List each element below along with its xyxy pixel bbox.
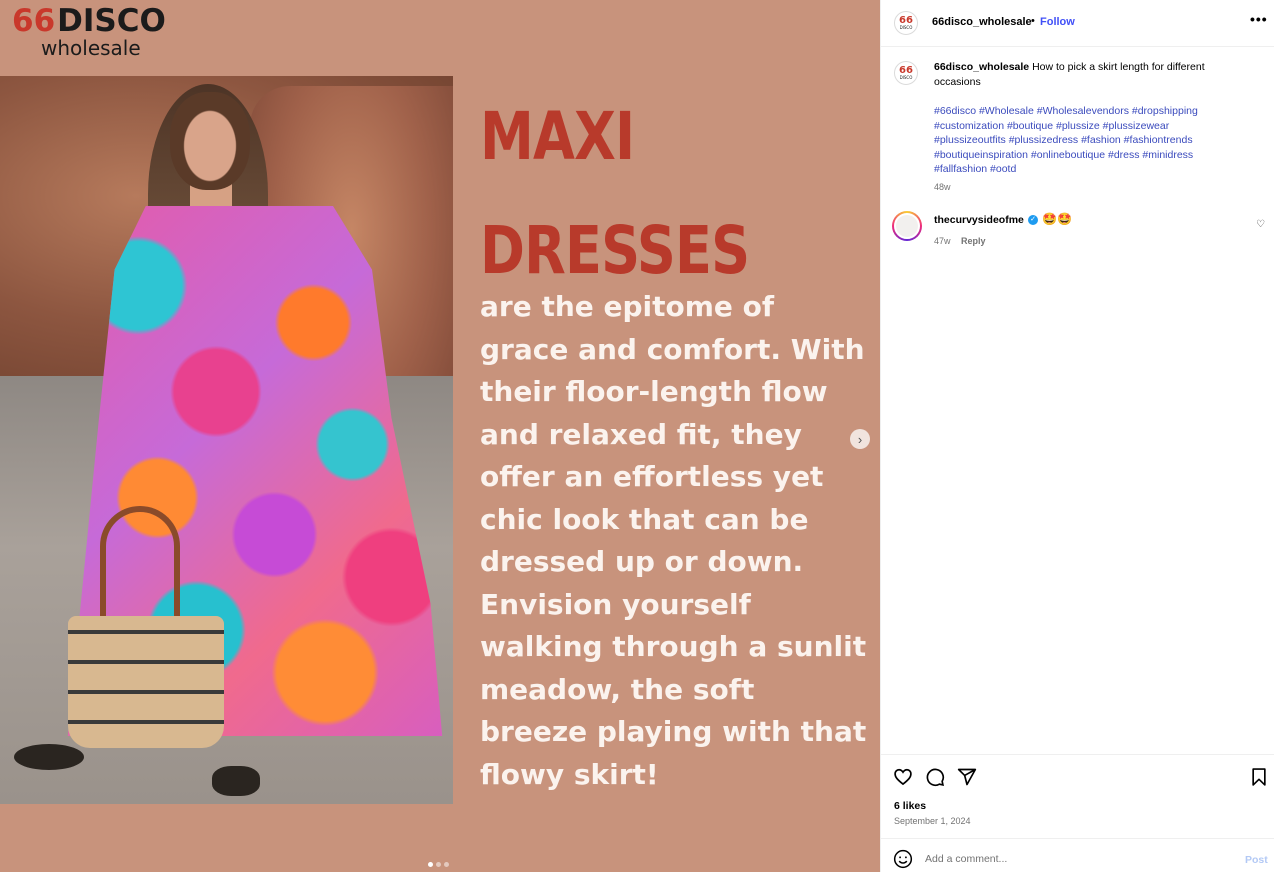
woven-bag xyxy=(68,616,224,748)
share-icon[interactable] xyxy=(957,767,977,787)
post-sidebar: 66 DISCO 66disco_wholesale • Follow ••• … xyxy=(880,0,1274,872)
comment-avatar[interactable] xyxy=(892,211,922,241)
caption-timestamp[interactable]: 48w xyxy=(934,182,951,192)
brand-logo-number: 66 xyxy=(12,3,56,39)
more-horizontal-icon[interactable]: ••• xyxy=(1250,12,1268,26)
carousel-indicator xyxy=(428,862,449,867)
header-username[interactable]: 66disco_wholesale xyxy=(932,16,1032,28)
post-comment-button[interactable]: Post xyxy=(1245,854,1268,866)
caption-hashtags[interactable]: #66disco #Wholesale #Wholesalevendors #d… xyxy=(934,104,1234,177)
emoji-icon[interactable] xyxy=(893,849,913,869)
sandal-right xyxy=(212,766,260,796)
caption-avatar[interactable]: 66 DISCO xyxy=(894,61,918,85)
brand-logo-word: DISCO xyxy=(57,3,166,39)
post-header: 66 DISCO 66disco_wholesale • Follow ••• xyxy=(881,0,1274,47)
carousel-dot xyxy=(444,862,449,867)
reply-button[interactable]: Reply xyxy=(961,236,986,246)
comment-username[interactable]: thecurvysideofme xyxy=(934,214,1024,226)
add-comment-bar: Post xyxy=(881,838,1274,872)
comment-item: thecurvysideofme ✓ 🤩🤩 47w Reply ♡ xyxy=(881,208,1274,258)
carousel-dot xyxy=(436,862,441,867)
verified-badge-icon: ✓ xyxy=(1028,215,1038,225)
likes-count[interactable]: 6 likes xyxy=(894,800,926,812)
heart-outline-icon[interactable]: ♡ xyxy=(1256,219,1265,230)
body-copy: are the epitome of grace and comfort. Wi… xyxy=(480,290,867,791)
brand-logo-subtitle: wholesale xyxy=(41,36,141,60)
caption-text: 66disco_wholesale How to pick a skirt le… xyxy=(934,60,1234,89)
caption-username[interactable]: 66disco_wholesale xyxy=(934,61,1029,73)
avatar-logo-number: 66 xyxy=(899,65,913,76)
comment-input[interactable] xyxy=(925,847,1225,871)
headline-line-1: MAXI xyxy=(480,98,635,175)
follow-button[interactable]: Follow xyxy=(1040,16,1075,28)
headline: MAXI DRESSES xyxy=(480,80,750,308)
chevron-right-icon: › xyxy=(857,431,863,447)
comment-timestamp[interactable]: 47w xyxy=(934,236,951,246)
comment-icon[interactable] xyxy=(925,767,945,787)
avatar[interactable]: 66 DISCO xyxy=(894,11,918,35)
bookmark-icon[interactable] xyxy=(1249,767,1269,787)
heart-icon[interactable] xyxy=(893,767,913,787)
carousel-next-button[interactable]: › xyxy=(850,429,870,449)
avatar-logo-number: 66 xyxy=(899,15,913,26)
avatar-logo-word: DISCO xyxy=(899,25,913,30)
header-separator: • xyxy=(1031,15,1035,27)
post-date[interactable]: September 1, 2024 xyxy=(894,816,971,826)
post-media: 66 DISCO wholesale MAXI DRESSES are the … xyxy=(0,0,880,872)
carousel-dot-active xyxy=(428,862,433,867)
model-photo xyxy=(0,76,453,804)
post-actions: 6 likes September 1, 2024 xyxy=(881,754,1274,838)
avatar-logo-word: DISCO xyxy=(899,75,913,80)
brand-logo: 66 DISCO wholesale xyxy=(12,4,182,60)
sandal-left xyxy=(14,744,84,770)
comment-text: 🤩🤩 xyxy=(1042,212,1072,226)
bag-handle xyxy=(100,506,180,626)
model-head xyxy=(170,92,250,190)
